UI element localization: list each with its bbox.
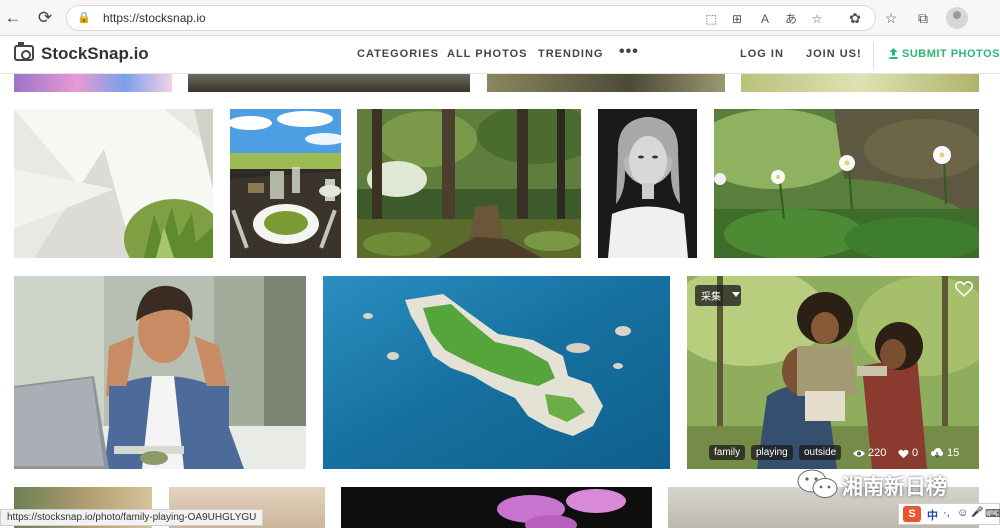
- eye-icon: [853, 450, 865, 457]
- wechat-logo-icon: [797, 469, 838, 498]
- ime-toolbar[interactable]: S 中 ·, ☺ 🎤 ⌨: [898, 503, 1000, 525]
- tag-outside[interactable]: outside: [799, 445, 842, 460]
- reload-icon[interactable]: ⟳: [34, 7, 56, 29]
- photo-white-flowers[interactable]: [714, 109, 979, 258]
- translate-icon[interactable]: あ: [783, 11, 799, 27]
- photo-tile[interactable]: [188, 74, 470, 92]
- download-cloud-icon: [931, 448, 943, 459]
- views-count: 220: [868, 447, 887, 459]
- read-aloud-icon[interactable]: ⬚: [703, 11, 719, 27]
- profile-avatar[interactable]: [946, 7, 968, 29]
- watermark-text: 湘南新日榜: [842, 476, 947, 499]
- text-size-icon[interactable]: A: [757, 11, 773, 27]
- ime-emoji-icon[interactable]: ☺: [957, 507, 968, 519]
- heart-icon: [898, 449, 909, 459]
- likes-count: 0: [912, 447, 919, 459]
- ime-mic-icon[interactable]: 🎤: [971, 507, 983, 518]
- address-url[interactable]: https://stocksnap.io: [103, 11, 206, 25]
- photo-forest-stump[interactable]: [357, 109, 581, 258]
- app-grid-icon[interactable]: ⊞: [729, 11, 745, 27]
- address-bar[interactable]: 🔒 https://stocksnap.io ⬚ ⊞ A あ ☆: [66, 5, 876, 31]
- browser-toolbar: ← ⟳ 🔒 https://stocksnap.io ⬚ ⊞ A あ ☆ ✿ ☆…: [0, 0, 1000, 36]
- photo-portrait-woman[interactable]: [598, 109, 697, 258]
- photo-orchid[interactable]: [341, 487, 652, 528]
- chevron-down-icon[interactable]: [732, 292, 740, 297]
- photo-tile[interactable]: [14, 74, 172, 92]
- header-divider: [873, 42, 874, 68]
- upload-icon[interactable]: [889, 48, 898, 59]
- favorites-icon[interactable]: ☆: [882, 9, 900, 27]
- photo-tile[interactable]: [741, 74, 979, 92]
- nav-trending[interactable]: TRENDING: [538, 48, 603, 60]
- ime-language[interactable]: 中: [927, 507, 938, 523]
- photo-stressed-man[interactable]: [14, 276, 306, 469]
- site-header: StockSnap.io CATEGORIES ALL PHOTOS TREND…: [0, 36, 1000, 74]
- site-logo[interactable]: StockSnap.io: [41, 44, 149, 64]
- nav-categories[interactable]: CATEGORIES: [357, 48, 439, 60]
- join-link[interactable]: JOIN US!: [806, 48, 862, 60]
- status-bar-url: https://stocksnap.io/photo/family-playin…: [0, 509, 264, 526]
- photo-tile[interactable]: [487, 74, 725, 92]
- photo-dinner-table[interactable]: [230, 109, 341, 258]
- more-menu-icon[interactable]: •••: [619, 43, 639, 61]
- tag-playing[interactable]: playing: [751, 445, 793, 460]
- extensions-icon[interactable]: ✿: [846, 9, 864, 27]
- ime-logo-icon[interactable]: S: [903, 506, 921, 522]
- ime-keyboard-icon[interactable]: ⌨: [985, 507, 1000, 520]
- camera-logo-icon[interactable]: [14, 42, 34, 61]
- back-icon[interactable]: ←: [2, 7, 24, 29]
- photo-family-playing[interactable]: 采集 family playing outside 220 0 15: [687, 276, 979, 469]
- login-link[interactable]: LOG IN: [740, 48, 784, 60]
- submit-photos-button[interactable]: SUBMIT PHOTOS: [902, 48, 1000, 60]
- lock-icon: 🔒: [77, 12, 91, 24]
- photo-aerial-island[interactable]: [323, 276, 670, 469]
- ime-punctuation-icon[interactable]: ·,: [943, 507, 950, 519]
- nav-all-photos[interactable]: ALL PHOTOS: [447, 48, 528, 60]
- photo-daisy[interactable]: [14, 109, 213, 258]
- downloads-count: 15: [947, 447, 960, 459]
- favorite-star-icon[interactable]: ☆: [809, 11, 825, 27]
- heart-outline-icon[interactable]: [955, 281, 973, 297]
- tag-family[interactable]: family: [709, 445, 746, 460]
- collections-icon[interactable]: ⧉: [914, 9, 932, 27]
